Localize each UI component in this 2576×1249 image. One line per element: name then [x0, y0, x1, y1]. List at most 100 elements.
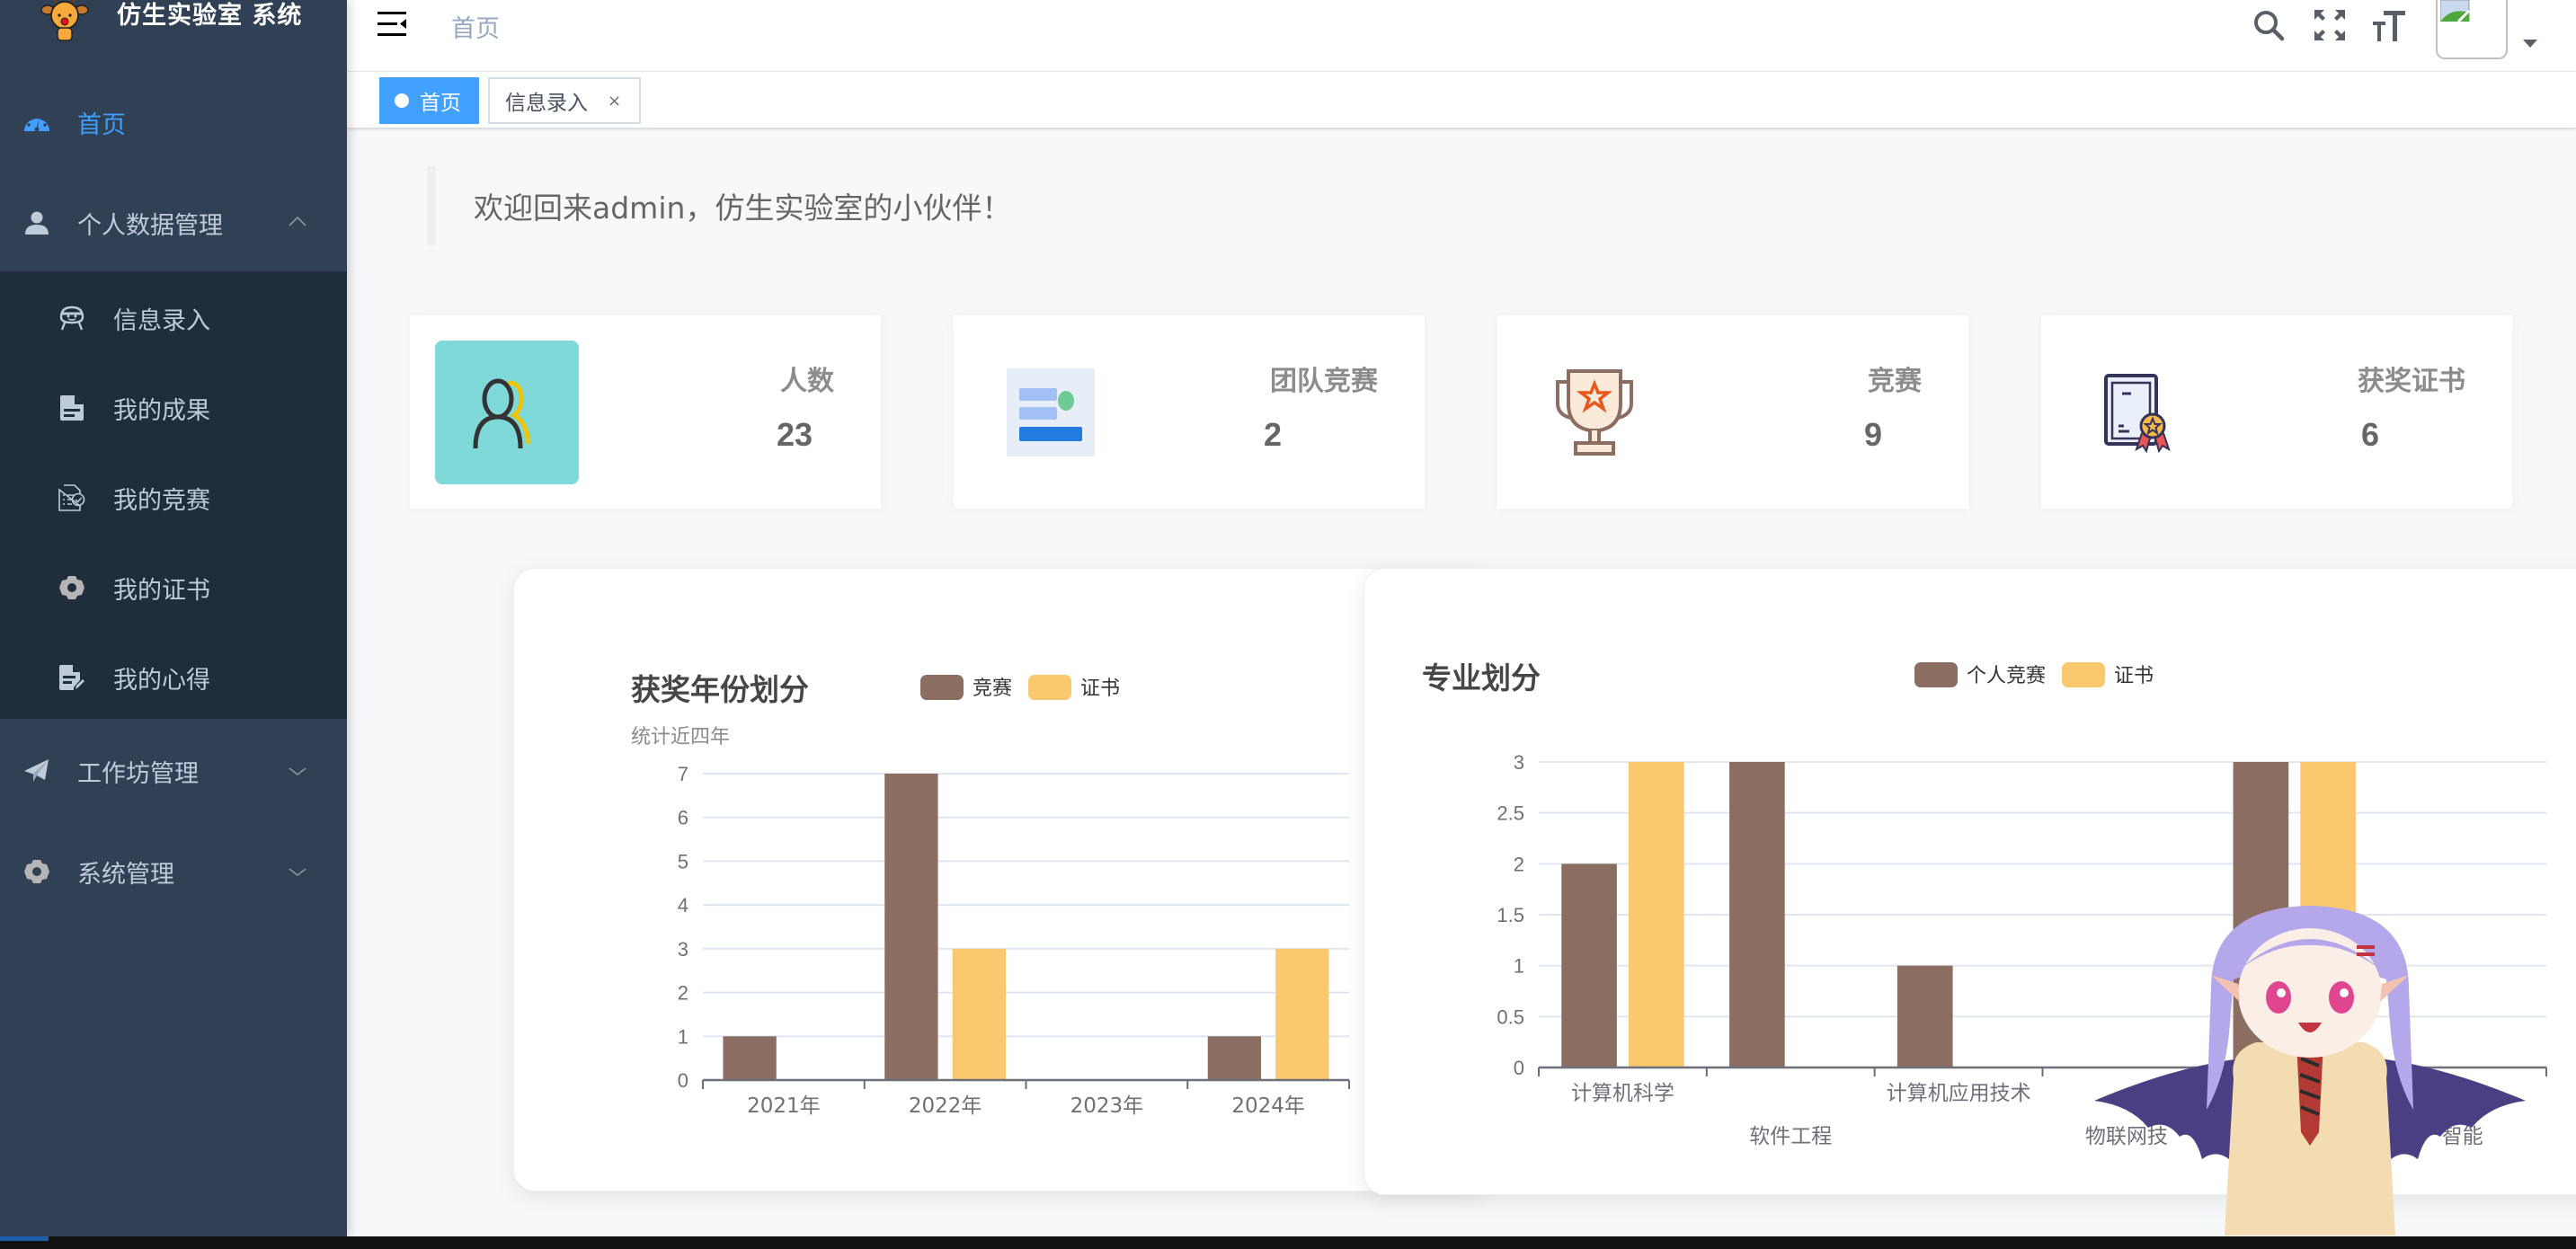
- y-tick-label: 0: [678, 1069, 688, 1092]
- y-tick-label: 5: [678, 850, 688, 873]
- submenu-item-label: 我的证书: [113, 576, 210, 605]
- y-tick-label: 1.5: [1497, 904, 1524, 926]
- x-category-label: 2023年: [1070, 1094, 1144, 1118]
- bar-竞赛-2024年: [1207, 1036, 1262, 1080]
- submenu-item-my-achievements[interactable]: 我的成果: [0, 363, 347, 453]
- legend-swatch-0: [920, 675, 964, 700]
- sidebar-item-label: 个人数据管理: [77, 211, 223, 240]
- bar-证书-2024年: [1275, 948, 1329, 1080]
- stat-title: 人数: [780, 366, 834, 397]
- chevron-up-icon: [289, 216, 306, 226]
- broken-image-icon: [2440, 0, 2471, 22]
- x-category-label: 计算机应用技术: [1887, 1082, 2031, 1105]
- award-years-chart: 获奖年份划分统计近四年 竞赛 证书 0 1 2 3 4 5 6 7 2021年 2022年 2023年 20…: [631, 672, 1350, 1118]
- x-category-label: 计算机科学: [1571, 1082, 1674, 1105]
- caret-down-icon[interactable]: [2523, 40, 2537, 48]
- chart-card-award-years: 获奖年份划分 统计近四年 竞赛 证书 0 1 2 3 4 5 6 7 2021年 2022年 2023年 20…: [513, 568, 1493, 1191]
- bar-证书-计算机科学: [1628, 762, 1684, 1067]
- x-category-label: 2021年: [747, 1094, 821, 1118]
- active-dot-icon: [395, 93, 409, 108]
- chevron-down-icon: [289, 767, 306, 776]
- bar-个人竞赛-软件工程: [1729, 762, 1785, 1067]
- stat-card-certificates[interactable]: 获奖证书 6: [2041, 315, 2512, 509]
- paper-plane-icon: [23, 757, 50, 784]
- fullscreen-icon[interactable]: [2312, 7, 2348, 43]
- reindeer-logo-icon: [40, 0, 89, 41]
- legend-swatch-1: [1028, 675, 1072, 700]
- tag-home[interactable]: 首页: [379, 77, 479, 124]
- gear-icon: [23, 858, 50, 885]
- submenu-item-info-entry[interactable]: 信息录入: [0, 273, 347, 363]
- app-root: 仿生实验室 系统 首页 个人数据管理 信息录入 我的成果 我的竞赛 我的证书 我…: [0, 0, 2576, 1236]
- chart-title: 专业划分: [1422, 660, 1541, 695]
- y-tick-label: 7: [678, 763, 688, 785]
- legend-swatch-0: [1914, 662, 1958, 687]
- y-tick-label: 4: [678, 894, 688, 917]
- stat-card-people[interactable]: 人数 23: [410, 315, 881, 509]
- x-category-label: 2024年: [1231, 1094, 1305, 1118]
- hamburger-toggle-icon[interactable]: [378, 11, 408, 38]
- y-tick-label: 0: [1514, 1057, 1524, 1079]
- y-tick-label: 1: [678, 1025, 688, 1048]
- welcome-text: 欢迎回来admin，仿生实验室的小伙伴！: [474, 190, 1012, 226]
- avatar[interactable]: [2436, 0, 2508, 59]
- y-tick-label: 2.5: [1497, 802, 1524, 825]
- y-tick-label: 3: [678, 938, 688, 961]
- navbar: 首页: [347, 0, 2576, 72]
- submenu-item-my-insights[interactable]: 我的心得: [0, 633, 347, 722]
- sidebar: 仿生实验室 系统 首页 个人数据管理 信息录入 我的成果 我的竞赛 我的证书 我…: [0, 0, 347, 1236]
- bar-个人竞赛-计算机科学: [1561, 864, 1617, 1067]
- mascot-character[interactable]: [2076, 899, 2544, 1236]
- sidebar-item-personal-data[interactable]: 个人数据管理: [0, 178, 347, 268]
- gear-icon: [58, 574, 85, 601]
- submenu-item-label: 我的成果: [113, 396, 210, 425]
- bar-个人竞赛-计算机应用技术: [1896, 965, 1953, 1067]
- y-tick-label: 6: [678, 807, 688, 829]
- people-icon: [435, 341, 579, 484]
- checklist-icon: [58, 484, 85, 511]
- tags-view: 首页 信息录入 ×: [347, 72, 2576, 128]
- stat-value: 9: [1864, 416, 1883, 453]
- submenu-item-label: 信息录入: [113, 306, 210, 335]
- stat-title: 团队竞赛: [1270, 366, 1378, 397]
- legend-swatch-1: [2062, 662, 2106, 687]
- close-icon[interactable]: ×: [608, 92, 621, 111]
- y-tick-label: 2: [678, 982, 688, 1005]
- team-board-icon: [979, 341, 1123, 484]
- taskbar-strip: [0, 1236, 2576, 1249]
- tag-info-entry[interactable]: 信息录入 ×: [488, 77, 641, 124]
- stat-card-team-competitions[interactable]: 团队竞赛 2: [954, 315, 1425, 509]
- y-tick-label: 0.5: [1497, 1005, 1524, 1028]
- y-tick-label: 2: [1514, 853, 1524, 875]
- legend-label-1: 证书: [1080, 678, 1120, 700]
- tag-label: 首页: [420, 92, 461, 115]
- stat-value: 6: [2361, 416, 2380, 453]
- font-size-icon[interactable]: [2371, 7, 2407, 43]
- submenu-personal-data: 信息录入 我的成果 我的竞赛 我的证书 我的心得: [0, 271, 347, 719]
- stat-title: 竞赛: [1868, 366, 1922, 397]
- sidebar-item-workshop[interactable]: 工作坊管理: [0, 726, 347, 816]
- trophy-icon: [1523, 341, 1666, 484]
- certificate-icon: [2066, 341, 2210, 484]
- legend-label-1: 证书: [2114, 665, 2154, 687]
- search-icon[interactable]: [2251, 7, 2287, 43]
- y-tick-label: 3: [1514, 751, 1524, 774]
- dashboard-icon: [23, 109, 50, 136]
- sidebar-item-label: 工作坊管理: [77, 759, 199, 788]
- stat-card-competitions[interactable]: 竞赛 9: [1497, 315, 1968, 509]
- sidebar-item-system[interactable]: 系统管理: [0, 827, 347, 917]
- y-tick-label: 1: [1514, 955, 1524, 978]
- chart-title: 获奖年份划分: [631, 672, 809, 707]
- stat-value: 23: [777, 416, 813, 453]
- bar-竞赛-2021年: [723, 1036, 777, 1080]
- submenu-item-my-competitions[interactable]: 我的竞赛: [0, 453, 347, 543]
- logo[interactable]: 仿生实验室 系统: [0, 0, 347, 50]
- app-title: 仿生实验室 系统: [117, 1, 303, 30]
- sidebar-item-label: 系统管理: [77, 860, 174, 889]
- bar-证书-2022年: [952, 948, 1007, 1080]
- document-icon: [58, 394, 85, 421]
- breadcrumb[interactable]: 首页: [451, 9, 500, 44]
- sidebar-item-home[interactable]: 首页: [0, 77, 347, 167]
- robot-icon: [58, 305, 85, 332]
- submenu-item-my-certificates[interactable]: 我的证书: [0, 543, 347, 633]
